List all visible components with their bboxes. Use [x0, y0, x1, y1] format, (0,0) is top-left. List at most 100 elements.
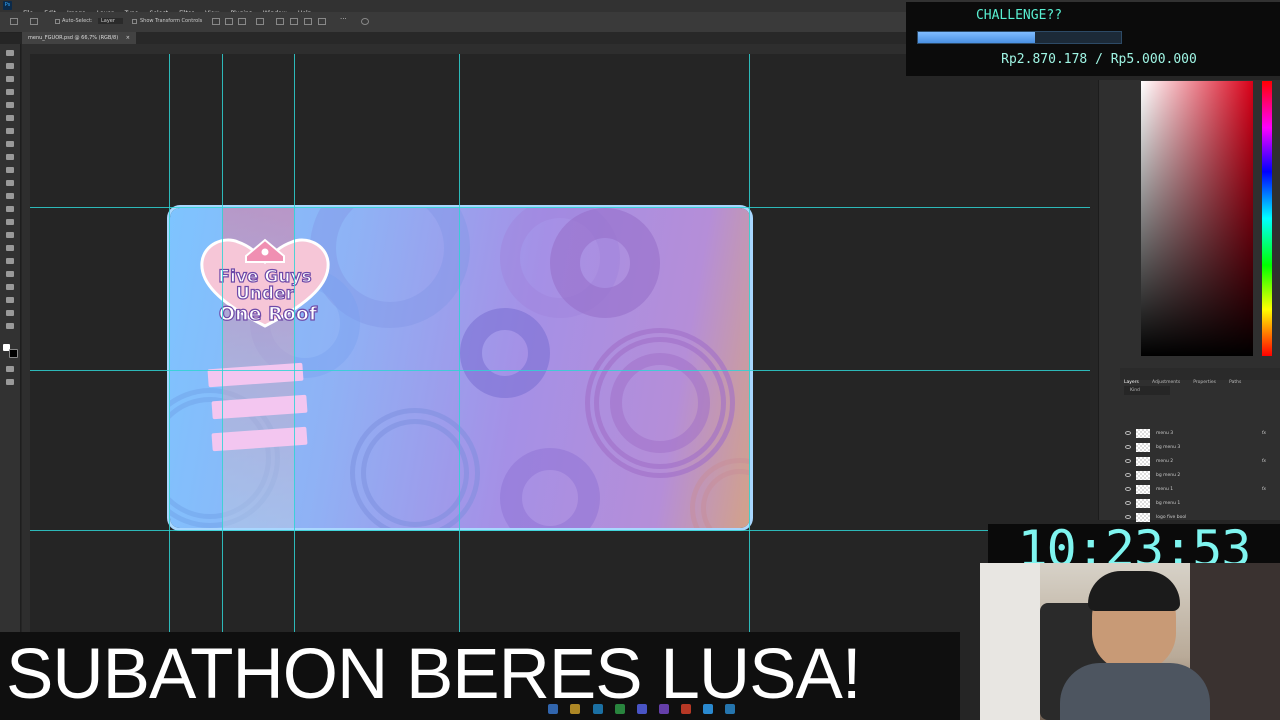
guide-vertical[interactable] [294, 54, 295, 634]
layer-thumbnail [1136, 499, 1150, 508]
decor-ring [610, 353, 710, 453]
guide-vertical[interactable] [169, 54, 170, 634]
home-icon[interactable] [10, 18, 18, 25]
layer-row[interactable]: bg menu 2 [1120, 469, 1280, 482]
tools-panel [0, 44, 21, 634]
layer-fx-badge[interactable]: fx [1262, 483, 1266, 496]
layer-row[interactable]: menu 1 fx [1120, 483, 1280, 496]
discord-icon[interactable] [637, 704, 647, 714]
browser-icon[interactable] [681, 704, 691, 714]
align-right-icon[interactable] [238, 18, 246, 25]
guide-horizontal[interactable] [30, 370, 1090, 371]
background-color-swatch[interactable] [9, 349, 18, 358]
guide-horizontal[interactable] [30, 207, 1090, 208]
marquee-tool-icon[interactable] [6, 63, 14, 69]
lasso-tool-icon[interactable] [6, 76, 14, 82]
guide-vertical[interactable] [749, 54, 750, 634]
distribute-right-icon[interactable] [304, 18, 312, 25]
layer-row[interactable]: menu 2 fx [1120, 455, 1280, 468]
eraser-tool-icon[interactable] [6, 193, 14, 199]
history-brush-tool-icon[interactable] [6, 180, 14, 186]
app-icon[interactable] [725, 704, 735, 714]
eye-icon[interactable] [1125, 459, 1131, 463]
dodge-tool-icon[interactable] [6, 232, 14, 238]
webcam-wall [980, 563, 1040, 720]
move-tool-icon[interactable] [30, 18, 38, 25]
blur-tool-icon[interactable] [6, 219, 14, 225]
layer-fx-badge[interactable]: fx [1262, 455, 1266, 468]
webcam-feed [980, 563, 1280, 720]
crop-tool-icon[interactable] [6, 102, 14, 108]
hand-tool-icon[interactable] [6, 297, 14, 303]
menu-artwork-canvas[interactable]: Five Guys Under One Roof [170, 208, 750, 528]
layer-kind-filter[interactable]: Kind [1124, 386, 1170, 395]
eyedropper-tool-icon[interactable] [6, 128, 14, 134]
canvas-workspace[interactable]: Five Guys Under One Roof [30, 54, 1090, 634]
distribute-icon[interactable] [276, 18, 284, 25]
align-top-icon[interactable] [256, 18, 264, 25]
layer-fx-badge[interactable]: fx [1262, 427, 1266, 440]
layer-row[interactable]: bg menu 1 [1120, 497, 1280, 510]
close-tab-icon[interactable]: × [126, 35, 130, 41]
brush-tool-icon[interactable] [6, 154, 14, 160]
decor-ring [690, 458, 750, 528]
app-icon[interactable] [659, 704, 669, 714]
subathon-banner: SUBATHON BERES LUSA! [6, 635, 862, 714]
eye-icon[interactable] [1125, 501, 1131, 505]
auto-select-dropdown[interactable]: Layer [98, 18, 123, 24]
layer-row[interactable]: menu 3 fx [1120, 427, 1280, 440]
quick-select-tool-icon[interactable] [6, 89, 14, 95]
move-tool-icon[interactable] [6, 50, 14, 56]
guide-vertical[interactable] [222, 54, 223, 634]
align-center-icon[interactable] [225, 18, 233, 25]
app-icon[interactable] [615, 704, 625, 714]
windows-start-icon[interactable] [548, 704, 558, 714]
challenge-title: CHALLENGE?? [975, 8, 1063, 23]
hue-slider[interactable] [1262, 81, 1272, 356]
guide-horizontal[interactable] [30, 530, 1090, 531]
file-explorer-icon[interactable] [570, 704, 580, 714]
gear-icon[interactable] [361, 18, 369, 25]
layer-thumbnail [1136, 429, 1150, 438]
auto-select-label: Auto-Select: [62, 18, 93, 24]
eye-icon[interactable] [1125, 515, 1131, 519]
color-picker-field[interactable] [1141, 81, 1253, 356]
stamp-tool-icon[interactable] [6, 167, 14, 173]
document-tab[interactable]: menu_FGUOR.psd @ 66,7% (RGB/8) × [22, 32, 136, 44]
distribute-center-icon[interactable] [290, 18, 298, 25]
path-select-tool-icon[interactable] [6, 271, 14, 277]
layer-thumbnail [1136, 457, 1150, 466]
edge-browser-icon[interactable] [593, 704, 603, 714]
layers-panel-tabs: Layers Adjustments Properties Paths [1120, 368, 1280, 385]
eye-icon[interactable] [1125, 445, 1131, 449]
document-tab-title: menu_FGUOR.psd @ 66,7% (RGB/8) [28, 35, 119, 41]
layer-row[interactable]: bg menu 3 [1120, 441, 1280, 454]
layer-name: menu 3 [1156, 431, 1174, 436]
photoshop-logo-icon: Ps [3, 1, 12, 10]
distribute-vertical-icon[interactable] [318, 18, 326, 25]
zoom-tool-icon[interactable] [6, 310, 14, 316]
layer-filter-icons[interactable] [1168, 386, 1238, 395]
logo-line-3: One Roof [219, 303, 318, 325]
layer-name: bg menu 2 [1156, 473, 1181, 478]
photoshop-taskbar-icon[interactable] [703, 704, 713, 714]
show-transform-checkbox[interactable] [132, 19, 137, 24]
more-options-icon[interactable]: ··· [340, 15, 348, 23]
eye-icon[interactable] [1125, 473, 1131, 477]
eye-icon[interactable] [1125, 487, 1131, 491]
pen-tool-icon[interactable] [6, 245, 14, 251]
align-left-icon[interactable] [212, 18, 220, 25]
shape-tool-icon[interactable] [6, 284, 14, 290]
quick-mask-icon[interactable] [6, 366, 14, 372]
frame-tool-icon[interactable] [6, 115, 14, 121]
eye-icon[interactable] [1125, 431, 1131, 435]
screen-mode-icon[interactable] [6, 379, 14, 385]
auto-select-checkbox[interactable] [55, 19, 60, 24]
panel-scroll-strip[interactable] [1090, 80, 1099, 520]
guide-vertical[interactable] [459, 54, 460, 634]
challenge-progress-fill [918, 32, 1035, 43]
type-tool-icon[interactable] [6, 258, 14, 264]
gradient-tool-icon[interactable] [6, 206, 14, 212]
healing-tool-icon[interactable] [6, 141, 14, 147]
edit-toolbar-icon[interactable] [6, 323, 14, 329]
